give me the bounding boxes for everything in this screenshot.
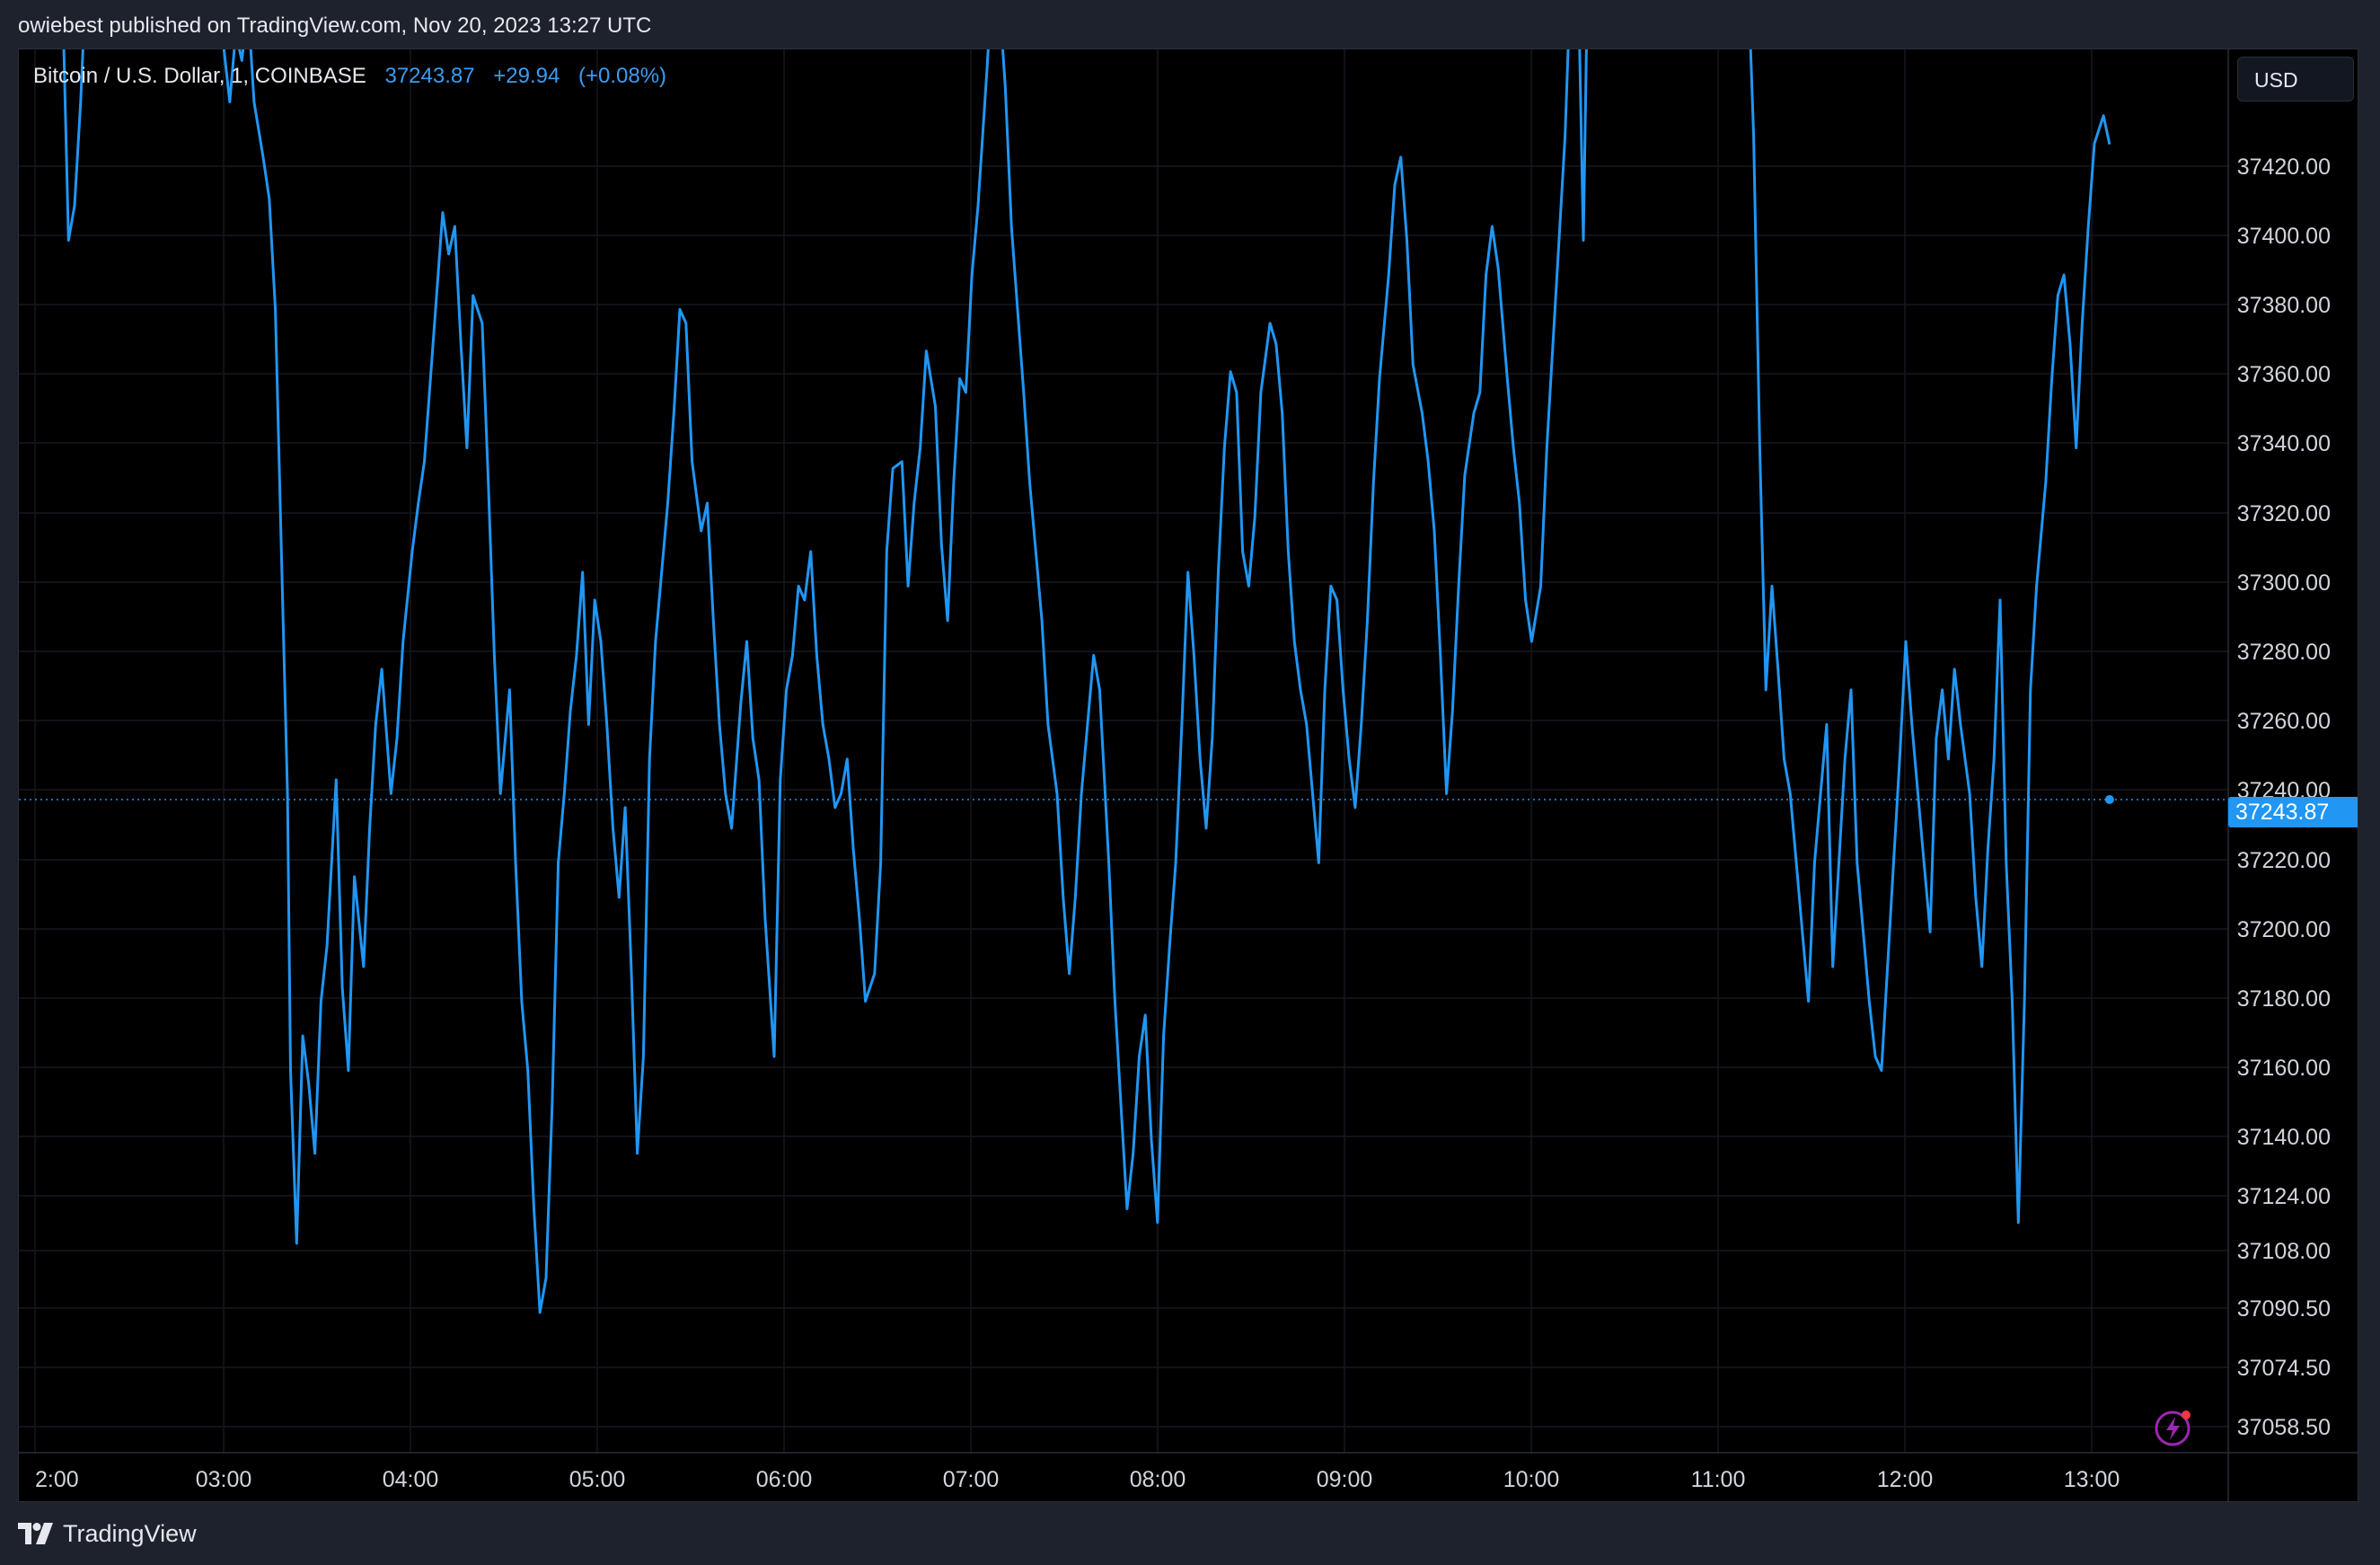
y-tick-label: 37124.00 — [2237, 1184, 2331, 1209]
notification-dot — [2182, 1410, 2190, 1419]
legend-last-price: 37243.87 — [384, 64, 475, 88]
legend[interactable]: Bitcoin / U.S. Dollar, 1, COINBASE 37243… — [33, 64, 666, 89]
y-tick-label: 37360.00 — [2237, 362, 2331, 387]
y-tick-label: 37420.00 — [2237, 155, 2331, 180]
x-tick-label: 09:00 — [1317, 1467, 1373, 1492]
tradingview-wordmark: TradingView — [63, 1519, 197, 1547]
last-price-dot — [2104, 795, 2114, 804]
tradingview-logo[interactable]: TradingView — [18, 1520, 197, 1548]
flash-icon[interactable] — [2153, 1405, 2196, 1448]
legend-symbol: Bitcoin / U.S. Dollar, 1, COINBASE — [33, 64, 366, 88]
legend-change: +29.94 — [493, 64, 560, 88]
y-tick-label: 37058.50 — [2237, 1415, 2331, 1440]
y-tick-label: 37400.00 — [2237, 224, 2331, 249]
x-tick-label: 13:00 — [2064, 1467, 2120, 1492]
x-tick-label: 10:00 — [1503, 1467, 1560, 1492]
y-tick-label: 37074.50 — [2237, 1356, 2331, 1381]
y-tick-label: 37260.00 — [2237, 709, 2331, 734]
last-price-badge: 37243.87 — [2228, 797, 2358, 827]
y-tick-label: 37300.00 — [2237, 570, 2331, 596]
x-tick-label: 06:00 — [756, 1467, 813, 1492]
y-tick-label: 37108.00 — [2237, 1239, 2331, 1264]
currency-button[interactable]: USD — [2237, 57, 2354, 102]
top-bar: owiebest published on TradingView.com, N… — [0, 0, 2380, 52]
x-tick-label: 08:00 — [1130, 1467, 1186, 1492]
x-tick-label: 11:00 — [1691, 1467, 1746, 1492]
y-tick-label: 37160.00 — [2237, 1056, 2331, 1081]
x-tick-label: 12:00 — [1877, 1467, 1934, 1492]
y-tick-label: 37280.00 — [2237, 640, 2331, 665]
x-tick-label: 03:00 — [196, 1467, 252, 1492]
y-tick-label: 37090.50 — [2237, 1296, 2331, 1322]
publisher-line: owiebest published on TradingView.com, N… — [18, 13, 652, 38]
series-layer — [19, 49, 2228, 1314]
legend-change-pct: (+0.08%) — [578, 64, 667, 88]
y-tick-label: 37380.00 — [2237, 293, 2331, 318]
y-tick-label: 37180.00 — [2237, 986, 2331, 1012]
tradingview-logo-icon — [18, 1523, 53, 1544]
y-tick-label: 37140.00 — [2237, 1125, 2331, 1150]
x-tick-label: 04:00 — [383, 1467, 439, 1492]
x-axis[interactable]: 2:00 03:00 04:00 05:00 06:00 07:00 08:00 09:00 1… — [35, 1467, 2120, 1492]
x-tick-label: 05:00 — [569, 1467, 626, 1492]
y-tick-label: 37320.00 — [2237, 501, 2331, 526]
grid-lines — [19, 49, 2228, 1453]
chart-panel[interactable]: 37420.00 37400.00 37380.00 37360.00 37340.00… — [18, 49, 2358, 1502]
price-chart[interactable]: 37420.00 37400.00 37380.00 37360.00 37340.00… — [19, 49, 2358, 1501]
y-tick-label: 37340.00 — [2237, 431, 2331, 456]
footer: TradingView — [0, 1502, 2380, 1565]
x-tick-label: 07:00 — [943, 1467, 1000, 1492]
y-tick-label: 37200.00 — [2237, 917, 2331, 942]
y-tick-label: 37220.00 — [2237, 848, 2331, 873]
price-series-line — [62, 49, 2111, 1314]
x-tick-label: 2:00 — [35, 1467, 79, 1492]
